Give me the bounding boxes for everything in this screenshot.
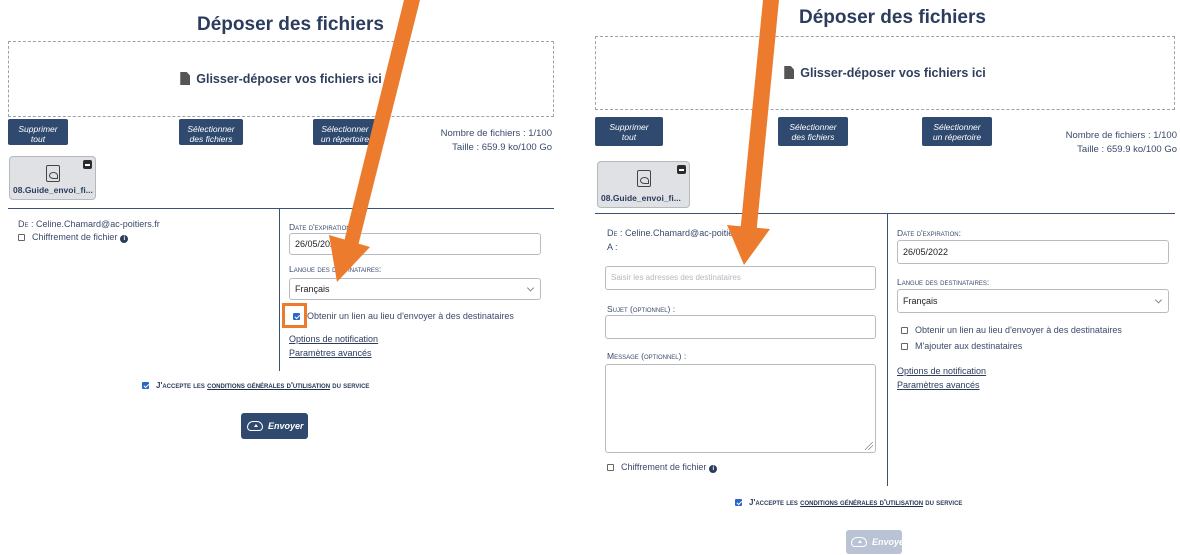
info-icon[interactable]: i [120,235,129,243]
recipients-input[interactable]: Saisir les adresses des destinataires [605,266,876,290]
from-row: De : Celine.Chamard@ac-poitiers.fr [607,228,749,238]
resize-handle-icon[interactable] [865,442,873,450]
terms-row[interactable]: J'accepte les conditions générales d'uti… [735,498,962,507]
file-name: 08.Guide_envoi_fi... [601,193,681,203]
chevron-down-icon [1154,296,1163,304]
subject-label: Sujet (optionnel) : [607,304,676,314]
from-label: De : [607,228,623,238]
get-link-label: Obtenir un lien au lieu d'envoyer à des … [307,311,514,321]
select-directory-button[interactable]: Sélectionner un répertoire [922,117,992,146]
get-link-label: Obtenir un lien au lieu d'envoyer à des … [915,325,1122,335]
divider [8,208,554,209]
cloud-upload-icon [247,421,263,431]
upload-stats: Nombre de fichiers : 1/100 Taille : 659.… [1066,129,1177,157]
dropzone-label: Glisser-déposer vos fichiers ici [196,72,382,86]
page-title: Déposer des fichiers [197,14,384,35]
clear-all-button[interactable]: Supprimer tout [595,117,663,146]
right-panel: Déposer des fichiers Glisser-déposer vos… [580,0,1180,555]
file-icon [180,72,191,85]
message-label: Message (optionnel) : [607,351,687,361]
get-link-option[interactable]: Obtenir un lien au lieu d'envoyer à des … [293,311,514,321]
expiry-date-input[interactable]: 26/05/2022 [897,240,1169,264]
pdf-icon [45,165,60,182]
send-button[interactable]: Envoyer [241,413,308,439]
file-count: Nombre de fichiers : 1/100 [440,128,552,139]
encryption-checkbox[interactable] [607,464,614,471]
language-value: Français [295,284,330,294]
terms-row[interactable]: J'accepte les conditions générales d'uti… [142,381,369,390]
file-count: Nombre de fichiers : 1/100 [1065,130,1177,141]
select-directory-button[interactable]: Sélectionner un répertoire [313,119,377,145]
get-link-option[interactable]: Obtenir un lien au lieu d'envoyer à des … [901,325,1122,335]
send-button[interactable]: Envoyer [846,530,908,554]
total-size: Taille : 659.9 ko/100 Go [1077,144,1177,155]
language-select[interactable]: Français [289,278,541,300]
upload-stats: Nombre de fichiers : 1/100 Taille : 659.… [441,127,552,155]
clear-all-button[interactable]: Supprimer tout [8,119,68,145]
column-divider [279,209,280,371]
terms-link[interactable]: conditions générales d'utilisation [800,498,923,507]
language-value: Français [903,296,938,306]
language-label: Langue des destinataires: [289,264,382,274]
file-icon [784,66,795,79]
get-link-checkbox[interactable] [901,327,908,334]
add-me-label: M'ajouter aux destinataires [915,341,1023,351]
language-label: Langue des destinataires: [897,277,990,287]
info-icon[interactable]: i [709,465,718,473]
terms-link[interactable]: conditions générales d'utilisation [207,381,330,390]
from-value: Celine.Chamard@ac-poitiers.fr [36,219,160,229]
add-me-checkbox[interactable] [901,343,908,350]
encryption-label: Chiffrement de fichier [621,462,707,472]
advanced-settings-link[interactable]: Paramètres avancés [897,380,980,390]
encryption-label: Chiffrement de fichier [32,232,118,242]
file-card[interactable]: 08.Guide_envoi_fi... [9,156,96,200]
from-label: De : [18,219,34,229]
select-files-button[interactable]: Sélectionner des fichiers [179,119,243,145]
column-divider [887,214,888,486]
subject-input[interactable] [605,315,876,339]
add-me-option[interactable]: M'ajouter aux destinataires [901,341,1022,351]
pdf-icon [636,170,651,187]
advanced-settings-link[interactable]: Paramètres avancés [289,348,372,358]
total-size: Taille : 659.9 ko/100 Go [452,142,552,153]
file-card[interactable]: 08.Guide_envoi_fi... [597,161,690,208]
language-select[interactable]: Français [897,289,1169,313]
notification-options-link[interactable]: Options de notification [897,366,986,376]
terms-checkbox[interactable] [142,382,149,389]
cloud-upload-icon [851,537,867,547]
from-row: De : Celine.Chamard@ac-poitiers.fr [18,219,160,229]
encryption-option[interactable]: Chiffrement de fichier i [607,462,718,473]
select-files-button[interactable]: Sélectionner des fichiers [778,117,848,146]
expiry-date-input[interactable]: 26/05/2022 [289,233,541,255]
file-name: 08.Guide_envoi_fi... [13,185,93,195]
encryption-checkbox[interactable] [18,234,25,241]
expiry-label: Date d'expiration: [897,228,961,238]
expiry-label: Date d'expiration: [289,222,353,232]
notification-options-link[interactable]: Options de notification [289,334,378,344]
dropzone[interactable]: Glisser-déposer vos fichiers ici [8,41,554,117]
message-textarea[interactable] [605,364,876,453]
to-label: A : [607,242,618,252]
page-title: Déposer des fichiers [799,7,986,28]
dropzone-label: Glisser-déposer vos fichiers ici [800,66,986,80]
remove-file-icon[interactable] [83,160,92,169]
left-panel: Déposer des fichiers Glisser-déposer vos… [0,0,560,555]
remove-file-icon[interactable] [677,165,686,174]
terms-checkbox[interactable] [735,499,742,506]
checkbox-highlight-box [282,303,307,328]
encryption-option[interactable]: Chiffrement de fichier i [18,232,129,243]
chevron-down-icon [526,284,535,292]
divider [595,213,1175,214]
from-value: Celine.Chamard@ac-poitiers.fr [625,228,749,238]
dropzone[interactable]: Glisser-déposer vos fichiers ici [595,36,1175,110]
